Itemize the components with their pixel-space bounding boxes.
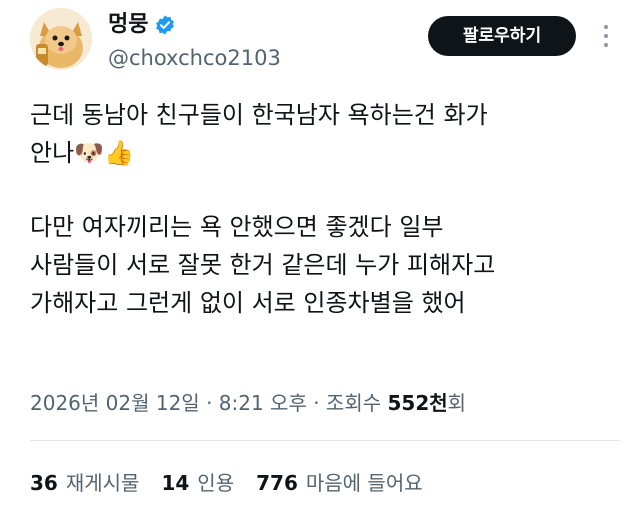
views-count: 552천	[387, 391, 448, 415]
avatar[interactable]	[30, 8, 92, 70]
display-name-row: 멍뭉	[108, 10, 176, 40]
likes-label: 마음에 들어요	[305, 471, 423, 495]
quotes-label: 인용	[197, 471, 235, 495]
tweet-paragraph-gap	[30, 172, 620, 208]
engagement-stats: 36 재게시물 14 인용 776 마음에 들어요	[30, 466, 423, 500]
tweet-header: 멍뭉 @choxchco2103 팔로우하기	[0, 0, 640, 84]
follow-button[interactable]: 팔로우하기	[428, 16, 576, 56]
user-handle[interactable]: @choxchco2103	[108, 44, 281, 72]
tweet-line: 근데 동남아 친구들이 한국남자 욕하는건 화가	[30, 101, 488, 129]
dog-avatar-icon	[30, 8, 92, 70]
retweets-label: 재게시물	[65, 471, 140, 495]
tweet-line: 안나🐶👍	[30, 139, 134, 167]
display-name[interactable]: 멍뭉	[108, 10, 148, 40]
retweets-count: 36	[30, 471, 58, 495]
quotes-count: 14	[161, 471, 190, 495]
divider	[30, 440, 620, 441]
tweet-line: 사람들이 서로 잘못 한거 같은데 누가 피해자고	[30, 251, 496, 279]
tweet-text: 근데 동남아 친구들이 한국남자 욕하는건 화가 안나🐶👍 다만 여자끼리는 욕…	[30, 96, 620, 322]
tweet-timestamp[interactable]: 2026년 02월 12일 · 8:21 오후 · 조회수	[30, 391, 387, 415]
likes-count: 776	[256, 471, 298, 495]
tweet-timestamp-row: 2026년 02월 12일 · 8:21 오후 · 조회수 552천회	[30, 386, 466, 420]
verified-badge-icon	[154, 14, 176, 36]
tweet-line: 다만 여자끼리는 욕 안했으면 좋겠다 일부	[30, 213, 444, 241]
more-dots-icon[interactable]	[596, 18, 616, 54]
views-suffix: 회	[447, 391, 467, 415]
likes-stat[interactable]: 776 마음에 들어요	[256, 466, 423, 500]
tweet-line: 가해자고 그런게 없이 서로 인종차별을 했어	[30, 289, 466, 317]
quotes-stat[interactable]: 14 인용	[161, 466, 234, 500]
retweets-stat[interactable]: 36 재게시물	[30, 466, 139, 500]
